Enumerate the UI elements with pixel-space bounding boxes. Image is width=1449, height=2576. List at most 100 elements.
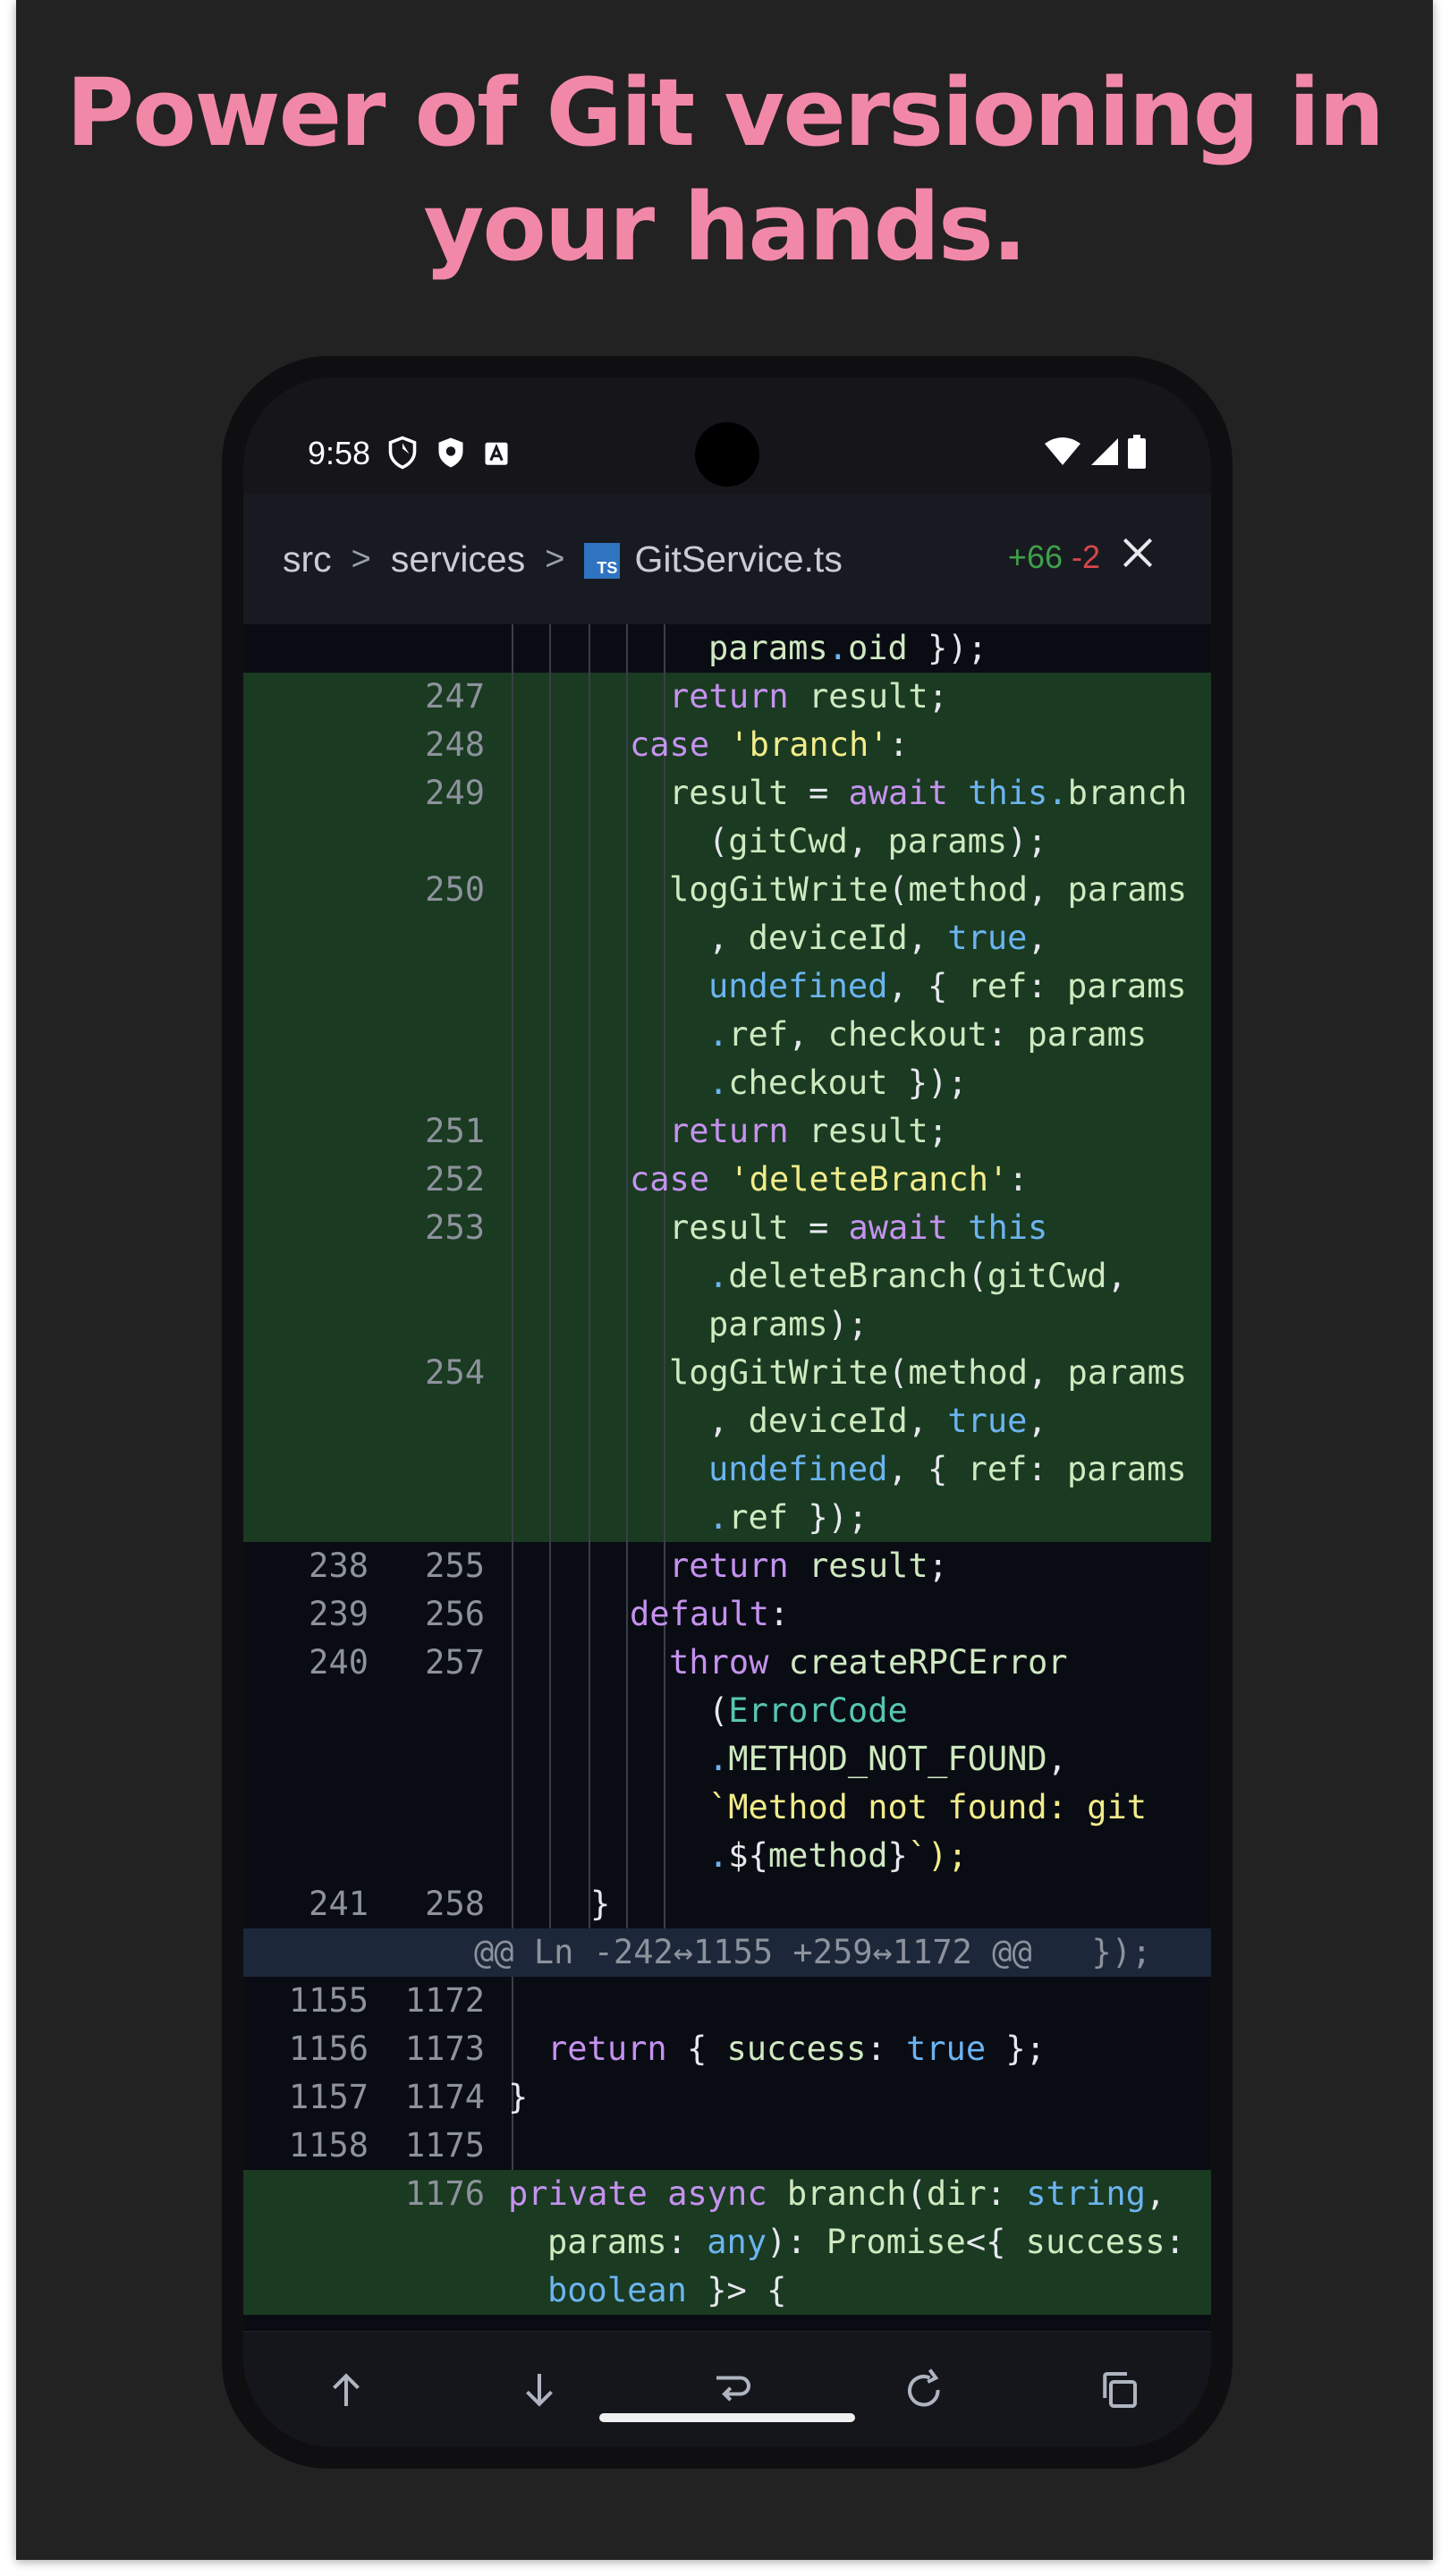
code-line-text: return result; [669,1112,948,1150]
new-line-number [377,1784,485,1832]
old-line-number: 238 [309,1546,369,1585]
diff-line-row: 238 255 return result; [243,1542,1211,1590]
indent-guide [549,721,551,769]
added-line-row: .deleteBranch(gitCwd, [243,1252,1211,1301]
indent-guide [664,1252,665,1301]
diff-line-row: 240 257 throw createRPCError [243,1639,1211,1687]
new-line-number [377,1445,485,1494]
indent-guide [664,769,665,818]
added-line-row: 247 return result; [243,673,1211,721]
new-line-number [377,1011,485,1059]
added-line-row: 249 result = await this.branch [243,769,1211,818]
code-line-text: .checkout }); [708,1063,968,1102]
diff-code-view[interactable]: params.oid }); 247 return result; 248 case '… [243,624,1211,2331]
indent-guide [589,866,590,914]
code-line-text: undefined, { ref: params [708,1450,1187,1488]
indent-guide [626,1156,628,1204]
added-line-row: 251 return result; [243,1107,1211,1156]
gesture-nav-bar[interactable] [599,2413,855,2422]
indent-guide [512,962,513,1011]
breadcrumb-src[interactable]: src [283,538,332,580]
new-line-number: 248 [425,725,485,764]
old-line-number [252,1301,369,1349]
wrap-lines-icon[interactable] [708,2366,757,2414]
indent-guide [512,1639,513,1687]
breadcrumb-services[interactable]: services [391,538,525,580]
indent-guide [664,1832,665,1880]
indent-guide [664,1204,665,1252]
old-line-number: 1156 [288,2029,369,2068]
indent-guide [664,1494,665,1542]
new-line-number [377,962,485,1011]
new-line-number: 250 [425,870,485,909]
old-line-number [252,1349,369,1397]
added-line-row: .ref, checkout: params [243,1011,1211,1059]
new-line-number [377,1252,485,1301]
indent-guide [512,1445,513,1494]
indent-guide [589,1059,590,1107]
indent-guide [549,1542,551,1590]
indent-guide [664,1107,665,1156]
indent-guide [626,1397,628,1445]
indent-guide [589,1784,590,1832]
indent-guide [589,1494,590,1542]
indent-guide [664,914,665,962]
indent-guide [512,1107,513,1156]
indent-guide [626,1252,628,1301]
diff-line-row: 239 256 default: [243,1590,1211,1639]
old-line-number [252,2170,369,2218]
indent-guide [589,1832,590,1880]
wifi-icon [1045,437,1080,465]
indent-guide [512,1252,513,1301]
bottom-toolbar [243,2331,1211,2447]
indent-guide [589,1735,590,1784]
indent-guide [512,818,513,866]
indent-guide [512,1784,513,1832]
deletions-count: -2 [1071,538,1100,575]
indent-guide [626,1445,628,1494]
old-line-number [252,1204,369,1252]
new-line-number [377,1735,485,1784]
added-line-row: 1176 private async branch(dir: string, [243,2170,1211,2218]
indent-guide [664,1349,665,1397]
indent-guide [512,1542,513,1590]
code-line-text: `Method not found: git [708,1788,1148,1826]
copy-icon[interactable] [1095,2366,1143,2414]
indent-guide [549,1687,551,1735]
old-line-number: 240 [309,1643,369,1682]
battery-icon [1128,435,1146,469]
added-line-row: 248 case 'branch': [243,721,1211,769]
indent-guide [512,624,513,673]
indent-guide [664,673,665,721]
old-line-number [252,914,369,962]
close-icon[interactable] [1118,533,1157,572]
code-line-text: .ref }); [708,1498,869,1537]
code-line-text: logGitWrite(method, params [669,870,1188,909]
old-line-number [252,1397,369,1445]
old-line-number: 1155 [288,1981,369,2020]
new-line-number: 249 [425,774,485,812]
indent-guide [549,673,551,721]
indent-guide [626,1011,628,1059]
old-line-number [252,673,369,721]
indent-guide [589,962,590,1011]
indent-guide [626,1590,628,1639]
redo-icon[interactable] [902,2366,950,2414]
indent-guide [626,1349,628,1397]
indent-guide [512,866,513,914]
added-line-row: params: any): Promise<{ success: [243,2218,1211,2267]
indent-guide [626,818,628,866]
hunk-header-row: @@ Ln -242↔1155 +259↔1172 @@ }); [243,1928,1211,1977]
added-line-row: .ref }); [243,1494,1211,1542]
indent-guide [549,1059,551,1107]
file-header: src > services > TS GitService.ts +66 -2 [243,494,1211,624]
indent-guide [626,1880,628,1928]
new-line-number: 257 [425,1643,485,1682]
breadcrumb-chevron-icon: > [545,539,565,578]
arrow-down-icon[interactable] [515,2366,564,2414]
indent-guide [626,1735,628,1784]
status-bar: 9:58 [243,377,1211,494]
headline-line-1: Power of Git versioning in [65,58,1385,167]
indent-guide [549,962,551,1011]
arrow-up-icon[interactable] [322,2366,370,2414]
